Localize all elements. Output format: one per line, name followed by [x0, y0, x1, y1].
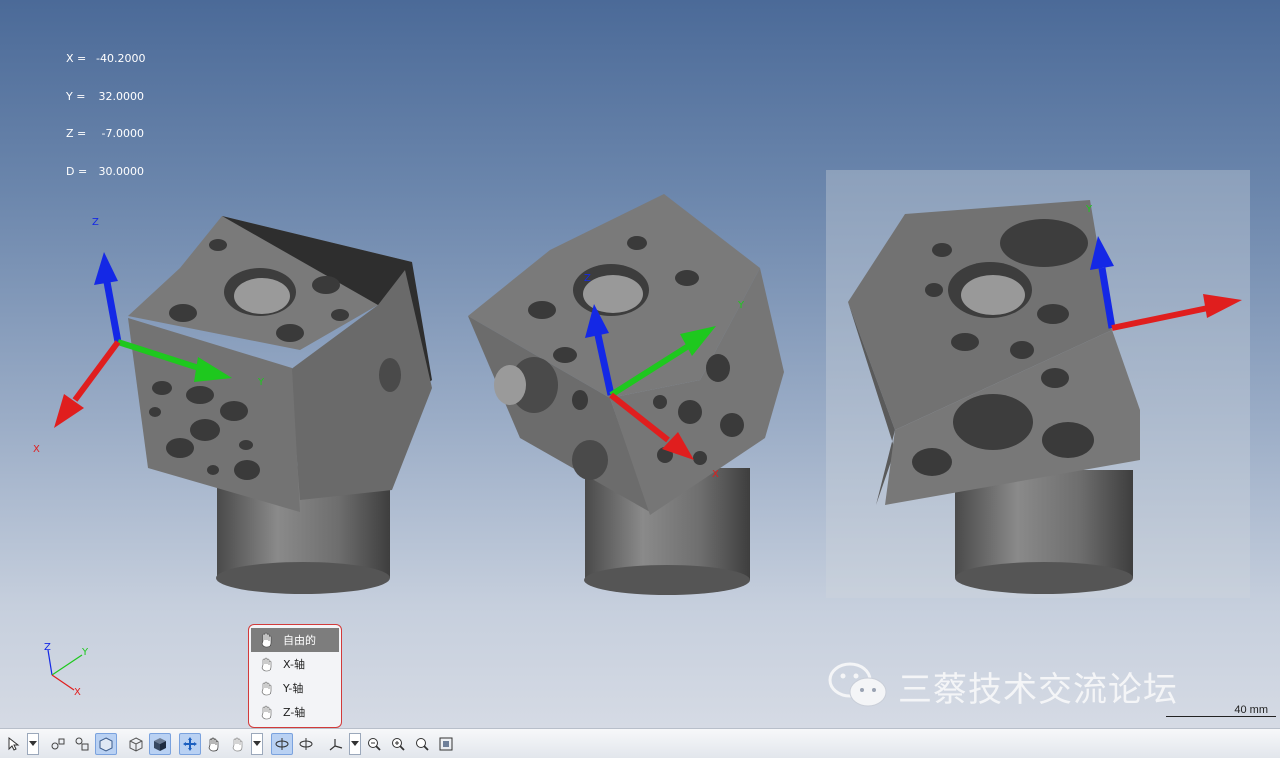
axis-label-z-2: Z: [584, 273, 591, 284]
cube-view-icon[interactable]: [95, 732, 117, 755]
axis-label-y-3: Y: [1085, 204, 1093, 215]
hand-free-icon: [257, 631, 277, 649]
chevron-down-icon: [351, 740, 359, 746]
menu-item-x-axis-label: X-轴: [283, 658, 305, 671]
hand-y-icon: [257, 679, 277, 697]
toolbar-group-display: [125, 732, 173, 755]
rotate-right-icon[interactable]: [295, 733, 317, 755]
wireframe-icon[interactable]: [125, 733, 147, 755]
zoom-fit-icon[interactable]: [435, 733, 457, 755]
view-orient-icon[interactable]: [47, 733, 69, 755]
scale-bar-line: [1166, 716, 1276, 717]
global-axis-label-y: Y: [81, 647, 89, 658]
axis-label-z-1: Z: [92, 217, 99, 228]
hand-x-icon: [257, 655, 277, 673]
menu-item-y-axis-label: Y-轴: [283, 682, 304, 695]
global-axis-label-z: Z: [44, 642, 51, 653]
toolbar-group-select: [3, 732, 41, 755]
toolbar-group-navigate: [179, 732, 265, 755]
menu-item-free-label: 自由的: [283, 634, 316, 647]
watermark: 三蔡技术交流论坛: [826, 660, 1178, 712]
global-axis-label-x: X: [74, 687, 81, 698]
rotate-left-icon[interactable]: [271, 732, 293, 755]
select-dropdown[interactable]: [27, 732, 39, 755]
watermark-text: 三蔡技术交流论坛: [898, 669, 1178, 710]
3d-viewport[interactable]: X = -40.2000 Y = 32.0000 Z = -7.0000 D = 30.…: [0, 0, 1280, 728]
view-orient-2-icon[interactable]: [71, 733, 93, 755]
triad-dropdown[interactable]: [349, 732, 361, 755]
scale-bar: 40 mm: [1166, 704, 1276, 718]
axis-label-y-1: Y: [257, 377, 265, 388]
part-1[interactable]: [128, 216, 432, 594]
hand-icon[interactable]: [203, 733, 225, 755]
menu-item-x-axis[interactable]: X-轴: [251, 652, 339, 676]
axis-triad-3: [1090, 236, 1242, 331]
chevron-down-icon: [253, 740, 261, 746]
wechat-icon: [828, 662, 887, 707]
menu-item-z-axis-label: Z-轴: [283, 706, 306, 719]
menu-item-y-axis[interactable]: Y-轴: [251, 676, 339, 700]
rotate-axis-dropdown[interactable]: [251, 732, 263, 755]
toolbar-group-zoom: [325, 732, 459, 755]
triad-icon[interactable]: [325, 733, 347, 755]
rotate-axis-icon[interactable]: [227, 733, 249, 755]
hand-z-icon: [257, 703, 277, 721]
part-scene: Z Y X Z Y X Y Z Y X: [33, 194, 1242, 698]
zoom-out-icon[interactable]: [363, 733, 385, 755]
part-2[interactable]: [468, 194, 784, 595]
axis-label-x-2: X: [712, 469, 719, 480]
global-triad: [47, 649, 83, 691]
pan-icon[interactable]: [179, 732, 201, 755]
bottom-toolbar: [0, 728, 1280, 758]
axis-label-x-1: X: [33, 444, 40, 455]
shaded-icon[interactable]: [149, 732, 171, 755]
zoom-icon[interactable]: [411, 733, 433, 755]
menu-item-z-axis[interactable]: Z-轴: [251, 700, 339, 724]
menu-item-free[interactable]: 自由的: [251, 628, 339, 652]
select-icon[interactable]: [3, 733, 25, 755]
zoom-in-icon[interactable]: [387, 733, 409, 755]
scale-bar-label: 40 mm: [1234, 704, 1268, 716]
toolbar-group-view: [47, 732, 119, 755]
chevron-down-icon: [29, 740, 37, 746]
rotate-axis-menu: 自由的 X-轴 Y-轴 Z-轴: [248, 624, 342, 728]
toolbar-group-rotate: [271, 732, 319, 755]
axis-label-y-2: Y: [737, 300, 745, 311]
